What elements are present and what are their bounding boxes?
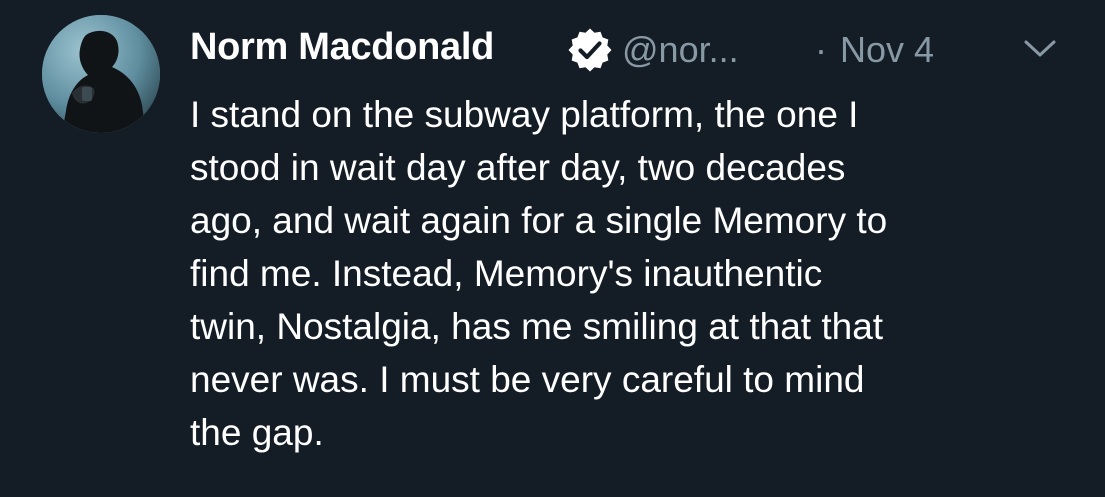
tweet-text-line: twin, Nostalgia, has me smiling at that …: [190, 306, 884, 347]
author-handle[interactable]: @nor...: [622, 29, 739, 71]
tweet-text-line: stood in wait day after day, two decades: [190, 147, 846, 188]
avatar[interactable]: [42, 15, 160, 133]
author-display-name[interactable]: Norm Macdonald: [190, 26, 494, 69]
chevron-down-icon[interactable]: [1023, 38, 1057, 60]
tweet-timestamp[interactable]: Nov 4: [840, 29, 934, 71]
tweet-text-line: I stand on the subway platform, the one …: [190, 94, 859, 135]
tweet-text-line: the gap.: [190, 412, 324, 453]
verified-badge-icon: [568, 28, 612, 72]
tweet-text-line: ago, and wait again for a single Memory …: [190, 200, 888, 241]
tweet-text-line: find me. Instead, Memory's inauthentic: [190, 253, 823, 294]
tweet-header: Norm Macdonald @nor... · Nov 4: [190, 24, 1070, 76]
header-separator: ·: [815, 29, 827, 70]
tweet-text: I stand on the subway platform, the one …: [190, 88, 1080, 459]
tweet-text-line: never was. I must be very careful to min…: [190, 359, 865, 400]
tweet-card[interactable]: Norm Macdonald @nor... · Nov 4 I stand o…: [0, 0, 1105, 497]
